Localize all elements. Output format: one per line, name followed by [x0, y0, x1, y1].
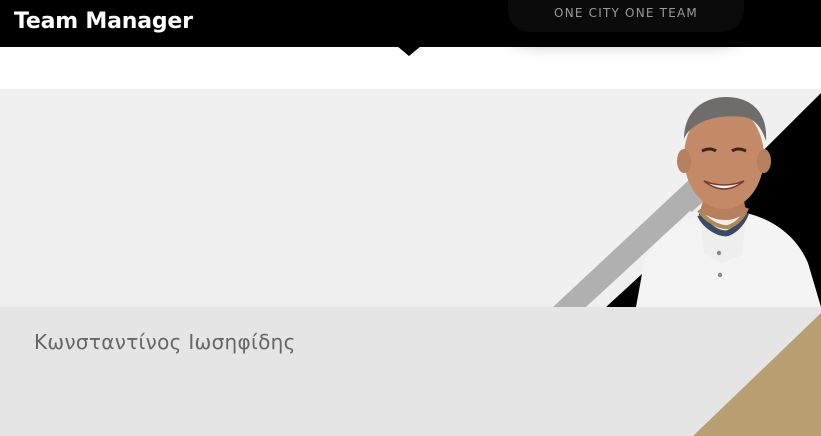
- gold-diagonal-accent: [693, 313, 821, 436]
- person-portrait-icon: [636, 97, 821, 307]
- staff-card[interactable]: Κωνσταντίνος Ιωσηφίδης: [0, 89, 821, 436]
- slogan-text: ONE CITY ONE TEAM: [554, 6, 698, 20]
- page-title: Team Manager: [14, 9, 193, 34]
- person-name: Κωνσταντίνος Ιωσηφίδης: [34, 330, 296, 354]
- header-pointer: [397, 46, 421, 56]
- photo-area: [0, 89, 821, 307]
- name-panel: Κωνσταντίνος Ιωσηφίδης: [0, 307, 821, 436]
- slogan-tab: ONE CITY ONE TEAM: [508, 0, 744, 32]
- top-header-bar: Team Manager ONE CITY ONE TEAM: [0, 0, 821, 47]
